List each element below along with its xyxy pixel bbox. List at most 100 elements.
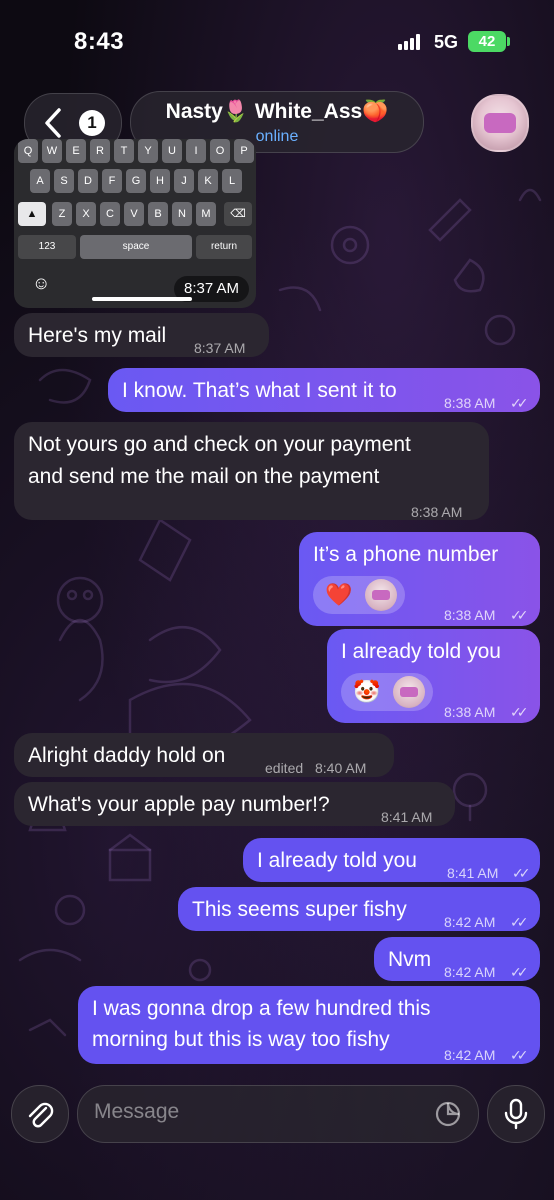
microphone-icon: [504, 1098, 528, 1130]
message-time: 8:41 AM: [381, 809, 433, 825]
message-time: 8:40 AM: [315, 760, 367, 776]
key: V: [124, 202, 144, 226]
avatar-logo: [484, 113, 516, 133]
key: X: [76, 202, 96, 226]
keyboard-row-4: 123 space return: [14, 235, 256, 259]
key: N: [172, 202, 192, 226]
double-check-icon: ✓✓: [510, 395, 529, 411]
message-time: 8:38 AM: [444, 607, 496, 623]
message-time: 8:42 AM: [444, 1047, 496, 1063]
double-check-icon: ✓✓: [510, 1047, 529, 1063]
key: L: [222, 169, 242, 193]
message-time: 8:38 AM: [444, 704, 496, 720]
message-time: 8:37 AM: [194, 340, 246, 356]
emoji-key-icon: ☺: [32, 273, 51, 293]
message-time: 8:38 AM: [411, 504, 463, 520]
key: A: [30, 169, 50, 193]
message-outgoing[interactable]: It’s a phone number ❤️ 8:38 AM ✓✓: [299, 532, 540, 626]
double-check-icon: ✓✓: [512, 865, 531, 881]
keyboard-row-2: A S D F G H J K L: [14, 169, 256, 193]
key: B: [148, 202, 168, 226]
message-incoming[interactable]: Not yours go and check on your payment a…: [14, 422, 489, 520]
message-text: Nvm: [388, 948, 432, 971]
message-text-line-2: morning but this is way too fishy: [92, 1028, 390, 1051]
home-indicator: [92, 297, 192, 301]
key: Q: [18, 139, 38, 163]
double-check-icon: ✓✓: [510, 964, 529, 980]
key: T: [114, 139, 134, 163]
message-incoming[interactable]: Alright daddy hold on edited 8:40 AM: [14, 733, 394, 777]
message-time: 8:41 AM: [447, 865, 499, 881]
message-time: 8:42 AM: [444, 964, 496, 980]
signal-icon: [398, 34, 424, 50]
contact-name: Nasty🌷 White_Ass🍑: [165, 100, 389, 123]
message-text-line-1: Not yours go and check on your payment: [28, 433, 411, 456]
network-type: 5G: [434, 32, 459, 52]
key-123: 123: [18, 235, 76, 259]
attach-button[interactable]: [11, 1085, 69, 1143]
double-check-icon: ✓✓: [510, 914, 529, 930]
battery-tip: [507, 37, 510, 46]
key: U: [162, 139, 182, 163]
unread-count-badge: 1: [79, 110, 105, 136]
message-time: 8:38 AM: [444, 395, 496, 411]
key: F: [102, 169, 122, 193]
message-edited-label: edited: [265, 760, 304, 776]
message-text: I already told you: [257, 849, 417, 872]
message-text: I know. That’s what I sent it to: [122, 379, 397, 402]
key: H: [150, 169, 170, 193]
reaction-pill[interactable]: 🤡: [341, 673, 433, 711]
sticker-icon[interactable]: [434, 1100, 462, 1128]
key: S: [54, 169, 74, 193]
message-outgoing[interactable]: I know. That’s what I sent it to 8:38 AM…: [108, 368, 540, 412]
key: R: [90, 139, 110, 163]
key: J: [174, 169, 194, 193]
contact-avatar[interactable]: [471, 94, 529, 152]
clown-reaction-icon: 🤡: [353, 679, 381, 704]
message-text: Here's my mail: [28, 324, 167, 347]
key: K: [198, 169, 218, 193]
key: I: [186, 139, 206, 163]
key: D: [78, 169, 98, 193]
key: P: [234, 139, 254, 163]
microphone-button[interactable]: [487, 1085, 545, 1143]
message-text: I already told you: [341, 640, 501, 663]
status-bar: 8:43 5G 42: [0, 0, 554, 80]
image-message[interactable]: Q W E R T Y U I O P A S D F G H J K L ▲ …: [14, 139, 256, 308]
key-space: space: [80, 235, 192, 259]
message-outgoing[interactable]: Nvm 8:42 AM ✓✓: [374, 937, 540, 981]
battery-icon: 42: [468, 31, 506, 52]
message-text: What's your apple pay number!?: [28, 793, 330, 816]
message-text: Alright daddy hold on: [28, 744, 226, 767]
message-time: 8:42 AM: [444, 914, 496, 930]
keyboard-row-3: ▲ Z X C V B N M ⌫: [14, 202, 256, 226]
paperclip-icon: [28, 1102, 54, 1128]
key: M: [196, 202, 216, 226]
message-outgoing[interactable]: I already told you 8:41 AM ✓✓: [243, 838, 540, 882]
reactor-avatar: [393, 676, 425, 708]
message-text-line-2: and send me the mail on the payment: [28, 465, 380, 488]
shift-icon: ▲: [18, 202, 46, 226]
delete-icon: ⌫: [224, 202, 252, 226]
key: Z: [52, 202, 72, 226]
heart-reaction-icon: ❤️: [325, 582, 353, 607]
key: G: [126, 169, 146, 193]
status-time: 8:43: [74, 28, 125, 55]
message-outgoing[interactable]: This seems super fishy 8:42 AM ✓✓: [178, 887, 540, 931]
message-incoming[interactable]: What's your apple pay number!? 8:41 AM: [14, 782, 455, 826]
message-outgoing[interactable]: I already told you 🤡 8:38 AM ✓✓: [327, 629, 540, 723]
double-check-icon: ✓✓: [510, 704, 529, 720]
message-incoming[interactable]: Here's my mail 8:37 AM: [14, 313, 269, 357]
message-outgoing[interactable]: I was gonna drop a few hundred this morn…: [78, 986, 540, 1064]
message-input-placeholder: Message: [94, 1100, 180, 1123]
reactor-avatar: [365, 579, 397, 611]
message-text-line-1: I was gonna drop a few hundred this: [92, 997, 431, 1020]
key: Y: [138, 139, 158, 163]
key: W: [42, 139, 62, 163]
message-input[interactable]: Message: [77, 1085, 479, 1143]
message-text: This seems super fishy: [192, 898, 407, 921]
key: C: [100, 202, 120, 226]
keyboard-row-1: Q W E R T Y U I O P: [14, 139, 256, 163]
key-return: return: [196, 235, 252, 259]
reaction-pill[interactable]: ❤️: [313, 576, 405, 614]
